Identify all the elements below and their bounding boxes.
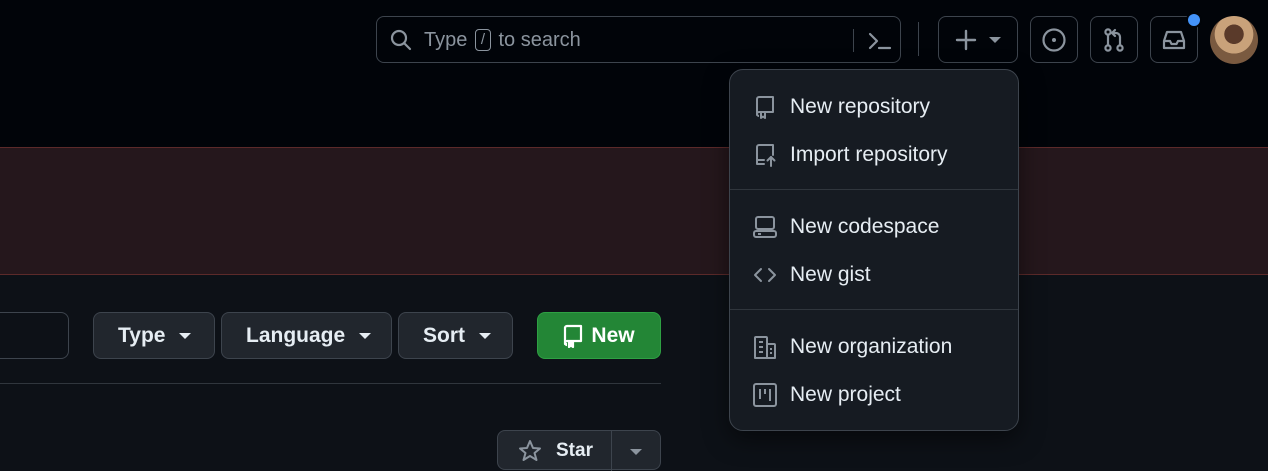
code-icon (752, 262, 778, 288)
search-shortcut-key: / (474, 29, 491, 51)
chevron-down-icon (479, 332, 491, 339)
header-divider (918, 22, 919, 56)
star-button[interactable]: Star (497, 430, 661, 471)
search-placeholder: Type / to search (424, 29, 581, 51)
issues-button[interactable] (1030, 16, 1078, 63)
inbox-icon (1161, 28, 1187, 52)
search-divider (853, 29, 854, 52)
chevron-down-icon[interactable] (630, 449, 642, 455)
language-filter-label: Language (246, 323, 346, 347)
chevron-down-icon (179, 332, 192, 339)
search-input[interactable]: Type / to search (376, 16, 901, 63)
project-icon (752, 382, 778, 408)
alert-banner (0, 147, 1268, 275)
repo-icon (563, 324, 583, 348)
sort-filter-label: Sort (423, 323, 465, 347)
star-label: Star (556, 440, 593, 461)
organization-icon (752, 334, 778, 360)
avatar[interactable] (1210, 16, 1258, 64)
menu-item-new-gist[interactable]: New gist (730, 252, 1018, 296)
menu-item-new-repository[interactable]: New repository (730, 84, 1018, 128)
menu-item-import-repository[interactable]: Import repository (730, 132, 1018, 176)
new-repository-button[interactable]: New (537, 312, 661, 359)
find-repository-input[interactable] (0, 312, 69, 359)
codespaces-icon (752, 214, 778, 240)
menu-item-new-organization[interactable]: New organization (730, 324, 1018, 368)
menu-item-new-codespace[interactable]: New codespace (730, 204, 1018, 248)
search-icon (389, 28, 413, 57)
chevron-down-icon (359, 332, 372, 339)
create-new-menu: New repository Import repository New cod… (729, 69, 1019, 431)
menu-item-new-project[interactable]: New project (730, 372, 1018, 416)
chevron-down-icon (989, 36, 1001, 43)
type-filter-label: Type (118, 323, 166, 347)
new-button-label: New (591, 323, 635, 347)
repo-icon (752, 94, 778, 120)
pull-requests-button[interactable] (1090, 16, 1138, 63)
command-palette-icon[interactable] (867, 29, 893, 58)
git-pull-request-icon (1102, 27, 1126, 53)
star-icon (518, 439, 542, 463)
notification-dot (1188, 14, 1200, 26)
star-divider (611, 431, 612, 471)
sort-filter-button[interactable]: Sort (398, 312, 513, 359)
list-divider (0, 383, 661, 384)
type-filter-button[interactable]: Type (93, 312, 215, 359)
create-new-button[interactable] (938, 16, 1018, 63)
issue-opened-icon (1041, 27, 1067, 53)
plus-icon (955, 29, 977, 51)
language-filter-button[interactable]: Language (221, 312, 392, 359)
repo-push-icon (752, 142, 778, 168)
menu-divider (730, 189, 1018, 190)
menu-divider (730, 309, 1018, 310)
